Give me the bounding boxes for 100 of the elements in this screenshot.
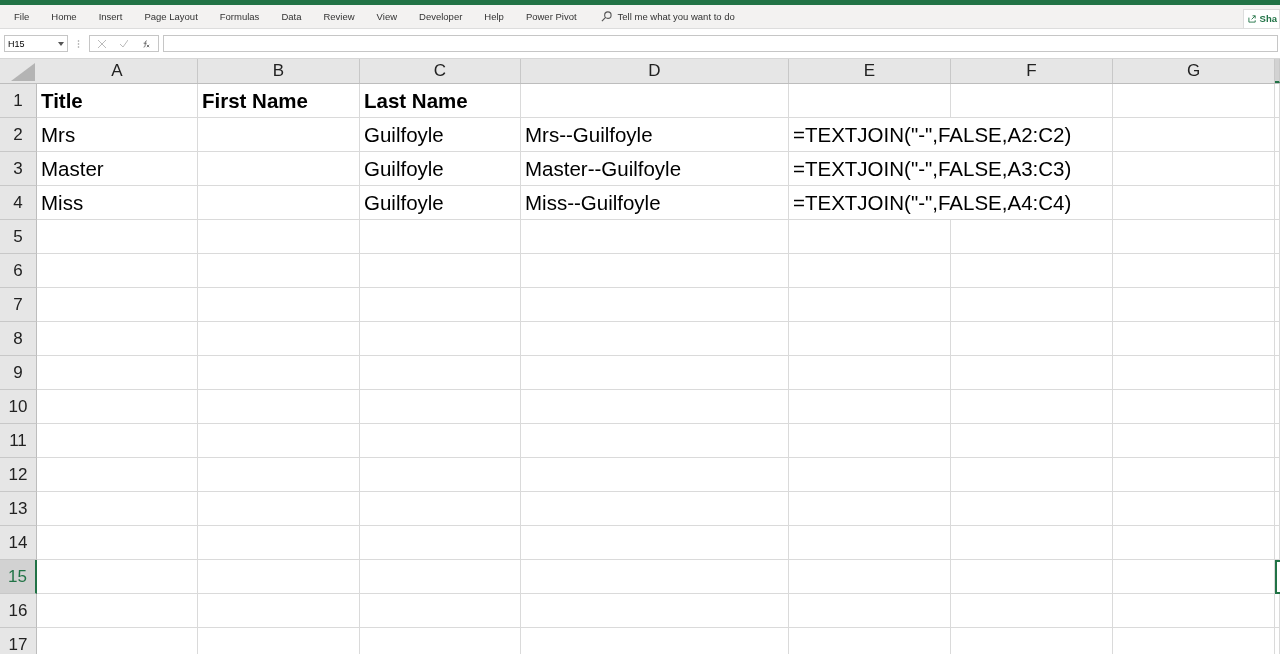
table-cell[interactable] xyxy=(198,152,360,186)
table-cell[interactable] xyxy=(360,254,521,288)
table-cell[interactable] xyxy=(1113,186,1275,220)
row-header[interactable]: 9 xyxy=(0,356,37,390)
table-cell[interactable] xyxy=(360,220,521,254)
table-cell[interactable] xyxy=(37,560,198,594)
table-cell[interactable] xyxy=(789,492,951,526)
formula-input[interactable] xyxy=(163,35,1278,52)
table-cell[interactable] xyxy=(37,458,198,492)
row-header[interactable]: 2 xyxy=(0,118,37,152)
column-header[interactable]: D xyxy=(521,59,789,83)
row-header[interactable]: 13 xyxy=(0,492,37,526)
table-cell[interactable]: Guilfoyle xyxy=(360,186,521,220)
table-cell[interactable] xyxy=(198,594,360,628)
row-header[interactable]: 1 xyxy=(0,84,37,118)
table-cell[interactable] xyxy=(951,458,1113,492)
table-cell[interactable] xyxy=(1275,594,1280,628)
cancel-icon[interactable] xyxy=(98,39,106,48)
table-cell[interactable]: =TEXTJOIN("-",FALSE,A2:C2) xyxy=(789,118,1113,152)
table-cell[interactable] xyxy=(360,594,521,628)
ribbon-tab[interactable]: Home xyxy=(43,11,85,22)
table-cell[interactable] xyxy=(198,254,360,288)
row-header[interactable]: 5 xyxy=(0,220,37,254)
table-cell[interactable] xyxy=(1113,424,1275,458)
table-cell[interactable] xyxy=(1275,186,1280,220)
table-cell[interactable] xyxy=(951,594,1113,628)
table-cell[interactable] xyxy=(1275,492,1280,526)
table-cell[interactable] xyxy=(1275,390,1280,424)
table-cell[interactable] xyxy=(1275,424,1280,458)
table-cell[interactable] xyxy=(1113,526,1275,560)
table-cell[interactable] xyxy=(1113,492,1275,526)
table-cell[interactable] xyxy=(1275,322,1280,356)
table-cell[interactable] xyxy=(1275,356,1280,390)
table-cell[interactable] xyxy=(360,526,521,560)
table-cell[interactable] xyxy=(360,424,521,458)
table-cell[interactable] xyxy=(360,288,521,322)
table-cell[interactable] xyxy=(521,458,789,492)
table-cell[interactable] xyxy=(198,322,360,356)
table-cell[interactable] xyxy=(198,560,360,594)
row-header[interactable]: 12 xyxy=(0,458,37,492)
table-cell[interactable] xyxy=(521,492,789,526)
ribbon-tab[interactable]: View xyxy=(368,11,406,22)
table-cell[interactable] xyxy=(37,322,198,356)
table-cell[interactable] xyxy=(789,356,951,390)
table-cell[interactable] xyxy=(37,220,198,254)
table-cell[interactable] xyxy=(789,424,951,458)
column-header[interactable]: E xyxy=(789,59,951,83)
table-cell[interactable] xyxy=(198,186,360,220)
table-cell[interactable] xyxy=(360,322,521,356)
table-cell[interactable] xyxy=(789,288,951,322)
table-cell[interactable] xyxy=(521,560,789,594)
table-cell[interactable] xyxy=(37,594,198,628)
row-header[interactable]: 17 xyxy=(0,628,37,654)
tell-me-field[interactable]: Tell me what you want to do xyxy=(600,11,735,22)
column-header[interactable]: C xyxy=(360,59,521,83)
table-cell[interactable] xyxy=(1113,254,1275,288)
table-cell[interactable] xyxy=(951,322,1113,356)
ribbon-tab[interactable]: Developer xyxy=(411,11,471,22)
table-cell[interactable] xyxy=(1113,594,1275,628)
table-cell[interactable] xyxy=(789,220,951,254)
table-cell[interactable] xyxy=(37,390,198,424)
row-header[interactable]: 4 xyxy=(0,186,37,220)
ribbon-tab[interactable]: Help xyxy=(476,11,512,22)
table-cell[interactable] xyxy=(1113,356,1275,390)
table-cell[interactable] xyxy=(37,254,198,288)
ribbon-tab[interactable]: Power Pivot xyxy=(517,11,585,22)
table-cell[interactable] xyxy=(521,84,789,118)
row-header[interactable]: 6 xyxy=(0,254,37,288)
table-cell[interactable] xyxy=(37,356,198,390)
ribbon-tab[interactable]: Formulas xyxy=(211,11,268,22)
row-header[interactable]: 3 xyxy=(0,152,37,186)
table-cell[interactable] xyxy=(1113,560,1275,594)
table-cell[interactable] xyxy=(789,560,951,594)
table-cell[interactable]: Master--Guilfoyle xyxy=(521,152,789,186)
table-cell[interactable] xyxy=(789,254,951,288)
ribbon-tab[interactable]: File xyxy=(6,11,38,22)
table-cell[interactable]: Title xyxy=(37,84,198,118)
check-icon[interactable] xyxy=(120,39,128,48)
table-cell[interactable] xyxy=(951,288,1113,322)
column-header[interactable]: F xyxy=(951,59,1113,83)
table-cell[interactable] xyxy=(1275,526,1280,560)
function-icon[interactable] xyxy=(142,39,150,48)
table-cell[interactable] xyxy=(521,220,789,254)
table-cell[interactable] xyxy=(1113,118,1275,152)
table-cell[interactable] xyxy=(1275,84,1280,118)
table-cell[interactable]: =TEXTJOIN("-",FALSE,A3:C3) xyxy=(789,152,1113,186)
table-cell[interactable] xyxy=(198,492,360,526)
table-cell[interactable] xyxy=(1113,288,1275,322)
table-cell[interactable] xyxy=(360,458,521,492)
column-header[interactable]: A xyxy=(37,59,198,83)
row-header[interactable]: 16 xyxy=(0,594,37,628)
table-cell[interactable] xyxy=(1113,322,1275,356)
table-cell[interactable] xyxy=(521,424,789,458)
row-header[interactable]: 11 xyxy=(0,424,37,458)
table-cell[interactable] xyxy=(521,594,789,628)
table-cell[interactable]: Last Name xyxy=(360,84,521,118)
row-header[interactable]: 8 xyxy=(0,322,37,356)
table-cell[interactable] xyxy=(360,356,521,390)
table-cell[interactable] xyxy=(198,526,360,560)
row-header[interactable]: 7 xyxy=(0,288,37,322)
